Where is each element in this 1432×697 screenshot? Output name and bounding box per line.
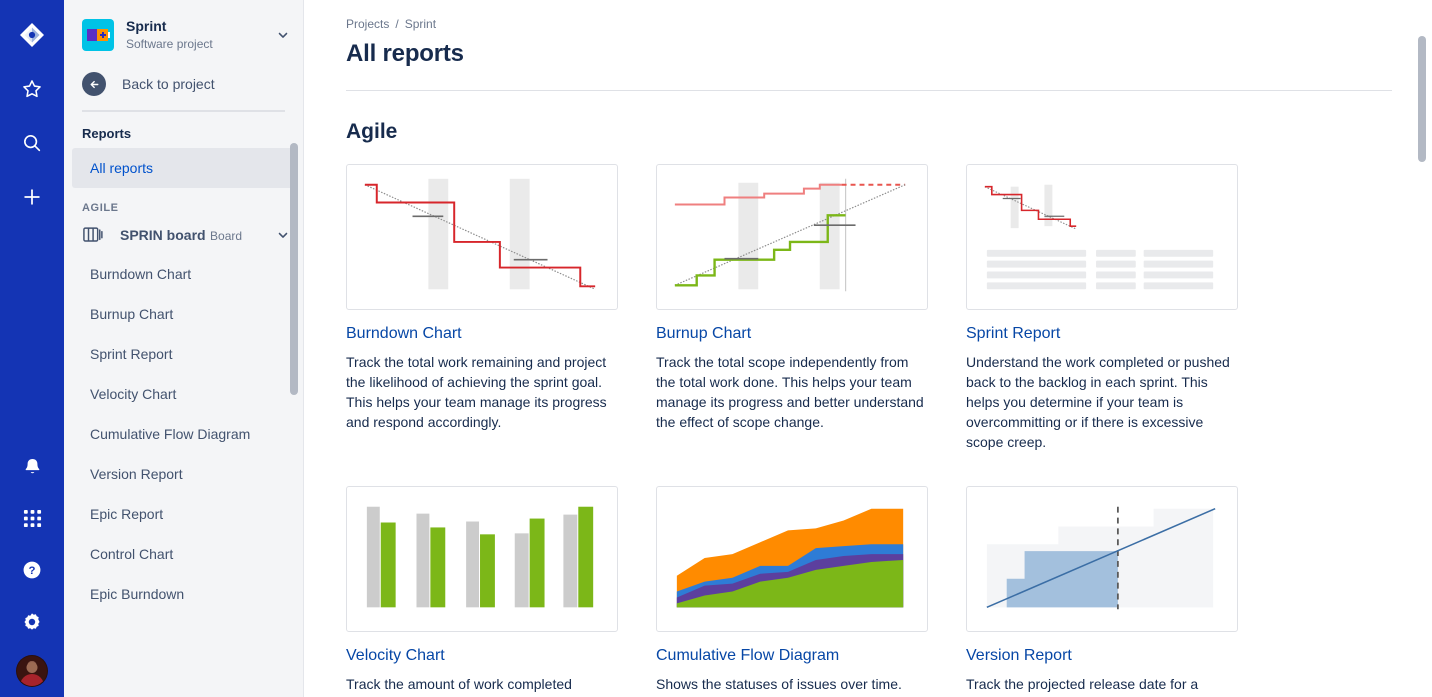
board-columns-icon (82, 224, 106, 246)
report-title-cumulative-flow-diagram[interactable]: Cumulative Flow Diagram (656, 646, 928, 666)
sidebar-item-cumulative-flow-diagram[interactable]: Cumulative Flow Diagram (72, 414, 295, 454)
report-description-version-report: Track the projected release date for a (966, 676, 1199, 692)
sidebar-item-sprint-report[interactable]: Sprint Report (72, 334, 295, 374)
app-switcher-grid-icon[interactable] (13, 499, 51, 537)
main-content: Projects / Sprint All reports Agile Burn… (304, 0, 1432, 697)
project-type: Software project (126, 37, 213, 51)
reports-section-title: Reports (82, 126, 132, 141)
title-divider (346, 90, 1392, 91)
sidebar-item-version-report[interactable]: Version Report (72, 454, 295, 494)
profile-avatar[interactable] (16, 655, 48, 687)
project-battery-icon (82, 19, 114, 51)
cumulative-flow-diagram-thumbnail[interactable] (656, 486, 928, 632)
velocity-chart-thumbnail[interactable] (346, 486, 618, 632)
section-heading-agile: Agile (346, 120, 398, 143)
rail-top-group (0, 0, 64, 216)
report-card-version-report: Version Report Track the projected relea… (966, 486, 1238, 694)
board-name: SPRIN board (120, 226, 206, 243)
sidebar-item-burnup-chart[interactable]: Burnup Chart (72, 294, 295, 334)
back-to-project-label: Back to project (122, 76, 215, 92)
jira-logo-icon[interactable] (13, 16, 51, 54)
project-meta: Sprint Software project (126, 18, 261, 52)
report-title-version-report[interactable]: Version Report (966, 646, 1238, 666)
report-description-sprint-report: Understand the work completed or pushed … (966, 354, 1230, 450)
breadcrumb-projects[interactable]: Projects (346, 16, 389, 32)
chevron-down-icon[interactable] (273, 28, 293, 42)
report-card-sprint-report: Sprint Report Understand the work comple… (966, 164, 1238, 452)
back-to-project-button[interactable]: Back to project (64, 66, 303, 110)
board-subtitle: Board (210, 228, 243, 243)
breadcrumb-separator: / (395, 17, 399, 31)
report-card-cumulative-flow-diagram: Cumulative Flow Diagram Shows the status… (656, 486, 928, 694)
sidebar-item-velocity-chart[interactable]: Velocity Chart (72, 374, 295, 414)
board-meta: SPRIN board Board (120, 226, 259, 245)
main-inner: Projects / Sprint All reports Agile Burn… (304, 0, 1432, 694)
sidebar-item-burndown-chart[interactable]: Burndown Chart (72, 254, 295, 294)
report-description-burnup-chart: Track the total scope independently from… (656, 354, 924, 430)
sprint-report-thumbnail[interactable] (966, 164, 1238, 310)
reports-grid: Burndown Chart Track the total work rema… (346, 164, 1392, 694)
report-title-sprint-report[interactable]: Sprint Report (966, 324, 1238, 344)
star-icon[interactable] (13, 70, 51, 108)
board-selector[interactable]: SPRIN board Board (64, 220, 303, 254)
burndown-chart-thumbnail[interactable] (346, 164, 618, 310)
plus-icon[interactable] (13, 178, 51, 216)
jira-all-reports-page: ? Sprint Software project Back to projec… (0, 0, 1432, 697)
sidebar-scroll-region: Sprint Software project Back to project (64, 0, 303, 697)
agile-report-links: Burndown Chart Burnup Chart Sprint Repor… (64, 254, 303, 614)
agile-group-label: AGILE (82, 202, 119, 214)
breadcrumb-sprint[interactable]: Sprint (405, 16, 436, 32)
rail-bottom-group: ? (0, 447, 64, 687)
sidebar-item-control-chart[interactable]: Control Chart (72, 534, 295, 574)
page-title: All reports (346, 40, 464, 67)
report-description-burndown-chart: Track the total work remaining and proje… (346, 354, 607, 430)
notifications-bell-icon[interactable] (13, 447, 51, 485)
project-sidebar: Sprint Software project Back to project (64, 0, 304, 697)
sidebar-item-epic-report[interactable]: Epic Report (72, 494, 295, 534)
settings-gear-icon[interactable] (13, 603, 51, 641)
report-title-burndown-chart[interactable]: Burndown Chart (346, 324, 618, 344)
help-question-icon[interactable]: ? (13, 551, 51, 589)
global-app-rail: ? (0, 0, 64, 697)
arrow-left-icon (82, 72, 106, 96)
project-name: Sprint (126, 18, 167, 34)
version-report-thumbnail[interactable] (966, 486, 1238, 632)
report-card-burndown-chart: Burndown Chart Track the total work rema… (346, 164, 618, 452)
report-description-cumulative-flow-diagram: Shows the statuses of issues over time. (656, 676, 902, 692)
search-icon[interactable] (13, 124, 51, 162)
report-title-velocity-chart[interactable]: Velocity Chart (346, 646, 618, 666)
report-description-velocity-chart: Track the amount of work completed (346, 676, 572, 692)
report-title-burnup-chart[interactable]: Burnup Chart (656, 324, 928, 344)
report-card-burnup-chart: Burnup Chart Track the total scope indep… (656, 164, 928, 452)
svg-text:?: ? (29, 565, 36, 577)
burnup-chart-thumbnail[interactable] (656, 164, 928, 310)
breadcrumb: Projects / Sprint (346, 16, 1392, 32)
sidebar-scrollbar-thumb[interactable] (290, 143, 298, 395)
report-card-velocity-chart: Velocity Chart Track the amount of work … (346, 486, 618, 694)
main-scrollbar-thumb[interactable] (1418, 36, 1426, 162)
sidebar-item-all-reports[interactable]: All reports (72, 148, 295, 188)
sidebar-item-epic-burndown[interactable]: Epic Burndown (72, 574, 295, 614)
project-header[interactable]: Sprint Software project (64, 0, 303, 66)
